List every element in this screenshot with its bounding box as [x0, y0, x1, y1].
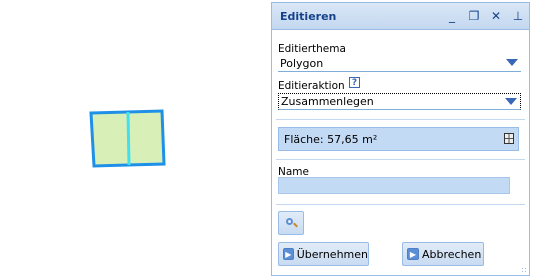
cancel-label: Abbrechen — [422, 247, 482, 261]
close-icon[interactable]: ✕ — [485, 5, 507, 27]
dropdown-arrow-icon[interactable] — [505, 98, 517, 105]
panel-title: Editieren — [280, 9, 337, 23]
theme-value: Polygon — [280, 56, 324, 70]
action-label: Editieraktion — [278, 80, 345, 92]
help-icon[interactable]: ? — [349, 77, 360, 88]
calculator-icon[interactable] — [504, 133, 514, 144]
area-display: Fläche: 57,65 m² — [278, 127, 519, 151]
theme-label: Editierthema — [278, 43, 346, 55]
divider — [276, 204, 525, 205]
accept-button[interactable]: ▶ Übernehmen — [278, 242, 369, 266]
edit-panel: Editieren _ ❐ ✕ ⊥ Editierthema Polygon E… — [271, 2, 530, 276]
area-text: Fläche: 57,65 m² — [284, 132, 378, 146]
arrow-right-icon: ▶ — [283, 248, 294, 260]
dropdown-arrow-icon[interactable] — [506, 59, 518, 66]
panel-body: Editierthema Polygon Editieraktion ? Zus… — [276, 30, 525, 275]
panel-header: Editieren _ ❐ ✕ ⊥ — [272, 3, 529, 30]
action-value: Zusammenlegen — [281, 95, 374, 108]
magnifier-icon — [285, 217, 297, 229]
divider — [276, 119, 525, 120]
cancel-button[interactable]: ▶ Abbrechen — [402, 242, 484, 266]
accept-label: Übernehmen — [296, 247, 368, 261]
name-input[interactable] — [278, 177, 510, 194]
action-select[interactable]: Zusammenlegen — [278, 93, 521, 110]
minimize-icon[interactable]: _ — [441, 5, 463, 27]
pin-icon[interactable]: ⊥ — [507, 5, 529, 27]
split-line — [126, 111, 131, 166]
divider — [276, 159, 525, 160]
theme-select[interactable]: Polygon — [278, 55, 521, 72]
search-button[interactable] — [278, 211, 304, 235]
restore-icon[interactable]: ❐ — [463, 5, 485, 27]
resize-grip[interactable] — [521, 267, 527, 273]
map-drawing — [89, 109, 166, 168]
arrow-right-icon: ▶ — [407, 248, 419, 260]
map-canvas[interactable] — [0, 0, 270, 280]
